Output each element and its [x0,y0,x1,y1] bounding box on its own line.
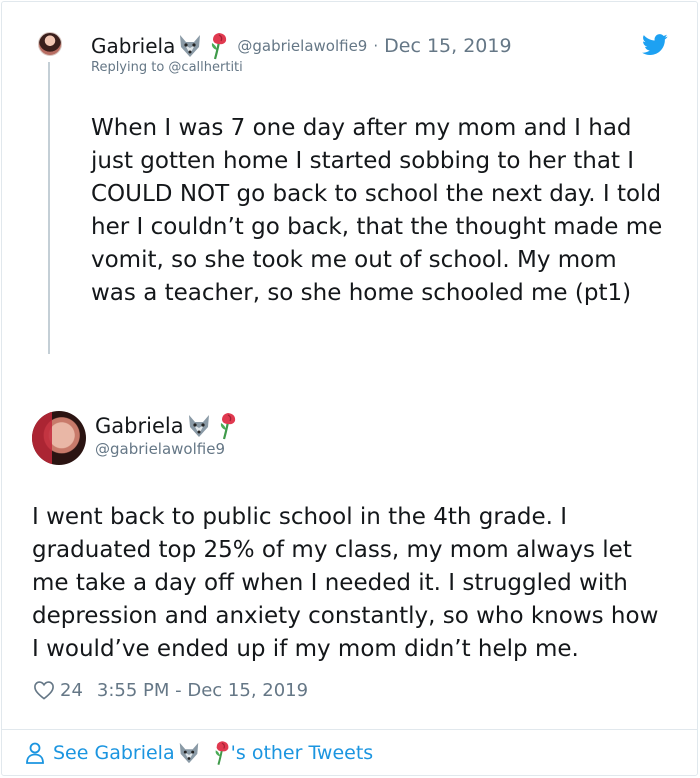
see-other-suffix: 's other Tweets [230,742,374,764]
main-author-handle[interactable]: @gabrielawolfie9 [95,440,225,458]
main-name-row: Gabriela [95,411,238,441]
see-other-tweets-link[interactable]: See Gabriela 's other Tweets [25,739,373,767]
person-icon [26,742,44,764]
reply-tweet-text: When I was 7 one day after my mom and I … [91,115,663,306]
reply-header: Gabriela @gabrielawolfie9 · Dec 15, 2019 [91,32,512,60]
rose-icon [220,413,235,440]
tweet-timestamp[interactable]: 3:55 PM - Dec 15, 2019 [97,680,308,701]
thread-line [48,62,50,354]
avatar-hair [32,411,52,465]
reply-avatar[interactable] [38,32,62,56]
wolf-icon [180,35,201,57]
rose-icon [215,741,229,765]
divider [2,729,697,730]
footer-emojis [175,740,231,766]
main-tweet-text: I went back to public school in the 4th … [32,504,659,662]
separator-dot: · [373,37,379,55]
see-other-prefix: See Gabriela [53,742,175,764]
wolf-icon [188,415,209,437]
reply-date[interactable]: Dec 15, 2019 [384,35,511,57]
reply-author-handle[interactable]: @gabrielawolfie9 [237,37,367,55]
replying-to[interactable]: Replying to @callhertiti [91,60,243,75]
tweet-meta: 24 3:55 PM - Dec 15, 2019 [33,677,308,703]
rose-icon [212,33,227,60]
heart-icon[interactable] [33,680,55,700]
twitter-bird-icon[interactable] [642,34,668,56]
like-count[interactable]: 24 [60,680,83,701]
wolf-icon [179,742,198,764]
main-avatar[interactable] [32,411,86,465]
reply-author-name[interactable]: Gabriela [91,34,175,58]
main-author-name[interactable]: Gabriela [95,414,184,438]
